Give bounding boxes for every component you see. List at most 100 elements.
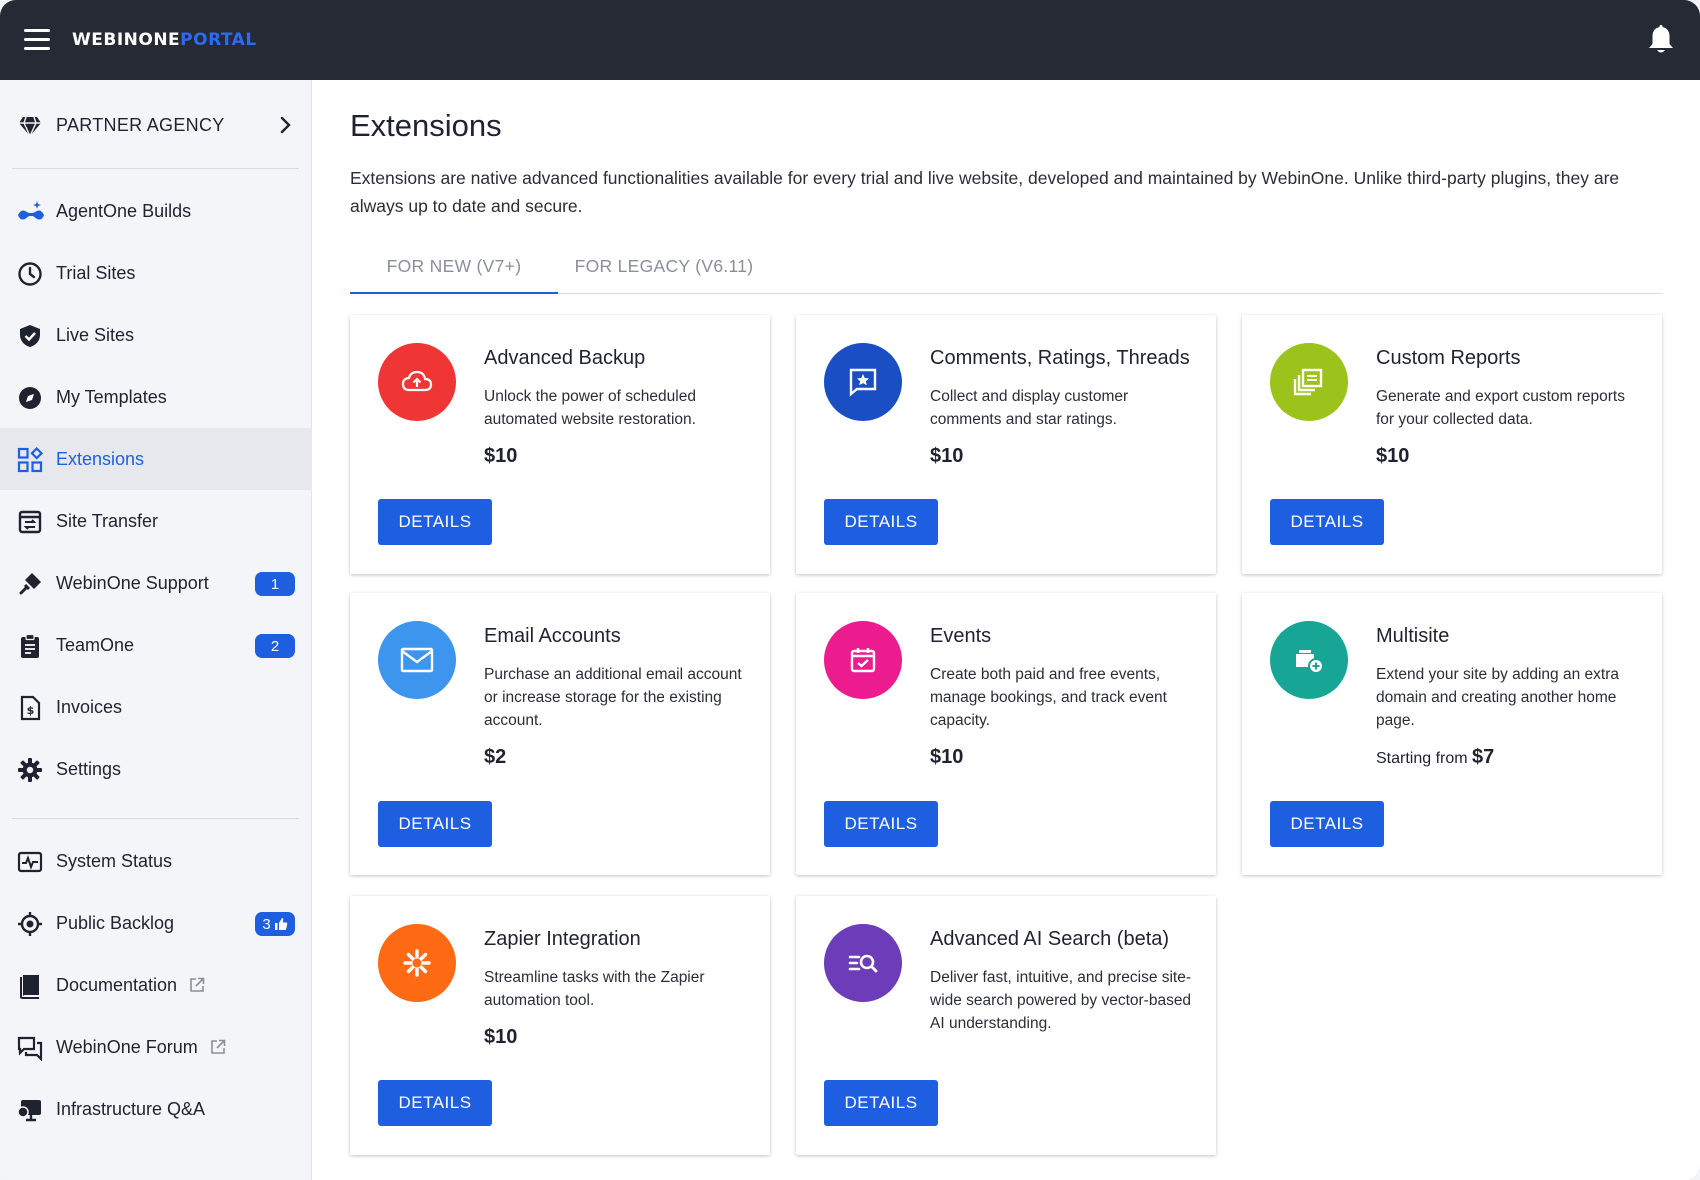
backlog-count-badge: 3 (255, 912, 295, 936)
add-site-icon (1270, 621, 1348, 699)
sidebar-item-system-status[interactable]: System Status (0, 830, 312, 892)
details-button[interactable]: DETAILS (824, 801, 938, 847)
tab-for-new[interactable]: FOR NEW (V7+) (350, 248, 558, 294)
forum-icon (17, 1035, 43, 1062)
sidebar-item-teamone[interactable]: TeamOne 2 (0, 614, 312, 676)
extension-card-multisite: Multisite Extend your site by adding an … (1242, 593, 1662, 875)
details-button[interactable]: DETAILS (824, 1080, 938, 1126)
portal-logo[interactable]: WEBINONEPORTAL (72, 30, 257, 50)
ai-search-icon (824, 924, 902, 1002)
sidebar-item-label: Settings (56, 759, 122, 779)
shield-check-icon (17, 323, 43, 349)
price-value: $10 (484, 445, 518, 467)
extension-card-comments: Comments, Ratings, Threads Collect and d… (796, 315, 1216, 574)
bell-icon[interactable] (1646, 24, 1676, 56)
external-link-icon (210, 1039, 226, 1055)
support-count-badge: 1 (255, 572, 295, 596)
forum-label: WebinOne Forum (56, 1037, 198, 1057)
sidebar-item-webinone-forum[interactable]: WebinOne Forum (0, 1016, 312, 1078)
card-price: $10 (930, 445, 963, 468)
page-description: Extensions are native advanced functiona… (350, 168, 1620, 216)
price-value: $10 (1376, 445, 1410, 467)
tab-for-legacy[interactable]: FOR LEGACY (V6.11) (558, 248, 770, 294)
sidebar-item-label: Documentation (56, 975, 205, 996)
sidebar-divider (12, 818, 299, 819)
zapier-asterisk-icon (378, 924, 456, 1002)
pulse-icon (17, 849, 43, 875)
sidebar-item-my-templates[interactable]: My Templates (0, 366, 312, 428)
documentation-label: Documentation (56, 975, 178, 995)
sidebar-item-invoices[interactable]: $ Invoices (0, 676, 312, 738)
sidebar-item-public-backlog[interactable]: Public Backlog 3 (0, 892, 312, 954)
card-description: Extend your site by adding an extra doma… (1376, 666, 1619, 729)
card-description: Collect and display customer comments an… (930, 388, 1129, 428)
price-value: $10 (930, 445, 964, 467)
agent-glasses-icon (17, 199, 44, 225)
details-button[interactable]: DETAILS (378, 499, 492, 545)
target-icon (17, 911, 43, 937)
sidebar-item-label: Infrastructure Q&A (56, 1099, 206, 1119)
card-description: Streamline tasks with the Zapier automat… (484, 969, 705, 1009)
top-bar: WEBINONEPORTAL (0, 0, 1700, 80)
app-window: WEBINONEPORTAL PARTNER AGENCY AgentOne B… (0, 0, 1700, 1180)
sidebar-item-label: Invoices (56, 697, 123, 717)
card-price: $10 (930, 746, 963, 769)
details-button[interactable]: DETAILS (824, 499, 938, 545)
sidebar-item-site-transfer[interactable]: Site Transfer (0, 490, 312, 552)
invoice-icon: $ (17, 695, 43, 721)
card-description: Generate and export custom reports for y… (1376, 388, 1625, 428)
card-price: $2 (484, 746, 506, 769)
card-description: Purchase an additional email account or … (484, 666, 742, 729)
card-price: $10 (484, 1026, 517, 1049)
sidebar-item-webinone-support[interactable]: WebinOne Support 1 (0, 552, 312, 614)
backlog-count: 3 (262, 915, 271, 933)
details-button[interactable]: DETAILS (378, 1080, 492, 1126)
card-title: Events (930, 625, 992, 647)
sidebar-item-label: My Templates (56, 387, 167, 407)
widgets-icon (17, 446, 44, 473)
sidebar-item-trial-sites[interactable]: Trial Sites (0, 242, 312, 304)
sidebar-item-documentation[interactable]: Documentation (0, 954, 312, 1016)
sidebar-item-agentone-builds[interactable]: AgentOne Builds (0, 180, 312, 242)
details-button[interactable]: DETAILS (1270, 499, 1384, 545)
price-value: $7 (1472, 746, 1495, 768)
report-stack-icon (1270, 343, 1348, 421)
star-comment-icon (824, 343, 902, 421)
card-title: Zapier Integration (484, 928, 641, 950)
hamburger-icon[interactable] (24, 29, 50, 51)
card-title: Comments, Ratings, Threads (930, 347, 1190, 369)
price-value: $2 (484, 746, 507, 768)
details-button[interactable]: DETAILS (378, 801, 492, 847)
sidebar-item-settings[interactable]: Settings (0, 738, 312, 800)
card-price: $10 (1376, 445, 1409, 468)
partner-agency-label: PARTNER AGENCY (56, 115, 225, 135)
main-content: Extensions Extensions are native advance… (312, 80, 1700, 1180)
teamone-count-badge: 2 (255, 634, 295, 658)
cloud-upload-icon (378, 343, 456, 421)
sidebar-item-label: WebinOne Forum (56, 1037, 226, 1058)
sidebar-item-label: System Status (56, 851, 173, 871)
chevron-right-icon (276, 114, 296, 136)
extension-card-email-accounts: Email Accounts Purchase an additional em… (350, 593, 770, 875)
calendar-check-icon (824, 621, 902, 699)
card-title: Custom Reports (1376, 347, 1521, 369)
compass-icon (17, 385, 43, 411)
card-price: $10 (484, 445, 517, 468)
sidebar-item-infrastructure-qa[interactable]: Infrastructure Q&A (0, 1078, 312, 1140)
details-button[interactable]: DETAILS (1270, 801, 1384, 847)
version-tabs: FOR NEW (V7+) FOR LEGACY (V6.11) (350, 248, 1662, 294)
card-title: Advanced AI Search (beta) (930, 928, 1170, 950)
extension-card-events: Events Create both paid and free events,… (796, 593, 1216, 875)
transfer-icon (17, 509, 43, 535)
logo-primary: WEBINONE (72, 30, 181, 50)
book-icon (17, 973, 43, 999)
sidebar-item-label: Trial Sites (56, 263, 136, 283)
page-title: Extensions (350, 108, 502, 143)
sidebar-item-label: WebinOne Support (56, 573, 209, 593)
price-value: $10 (930, 746, 964, 768)
sidebar-item-extensions[interactable]: Extensions (0, 428, 312, 490)
sidebar-item-label: Extensions (56, 449, 145, 469)
sidebar-item-live-sites[interactable]: Live Sites (0, 304, 312, 366)
partner-agency-selector[interactable]: PARTNER AGENCY (0, 94, 312, 156)
card-description: Create both paid and free events, manage… (930, 666, 1167, 729)
